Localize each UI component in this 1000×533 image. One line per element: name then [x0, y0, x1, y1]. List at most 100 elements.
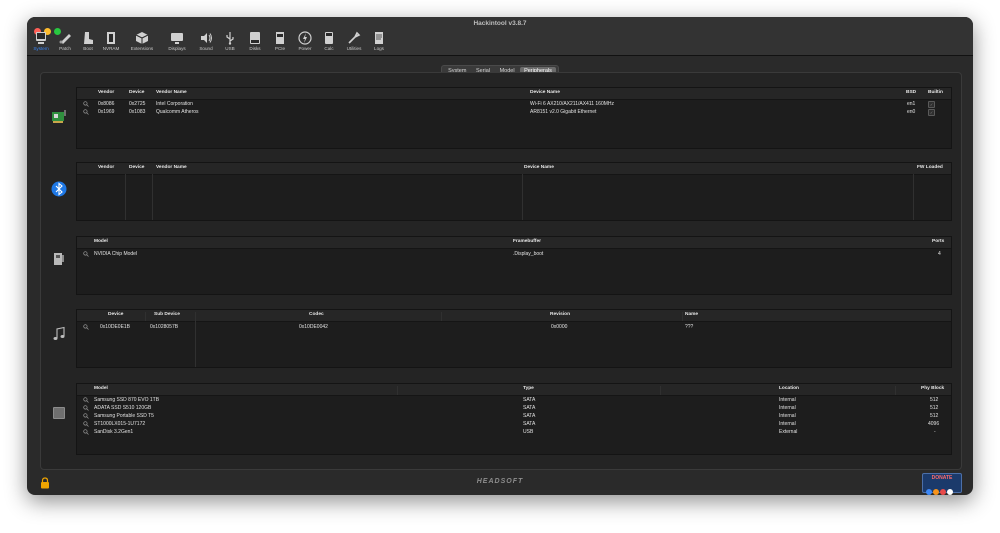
toolbar-power[interactable]: Power [293, 30, 317, 55]
toolbar-sound[interactable]: Sound [194, 30, 218, 55]
nvram-icon [107, 32, 115, 44]
col-revision[interactable]: Revision [550, 312, 570, 317]
table-row[interactable]: Samsung Portable SSD T5 SATA Internal 51… [77, 412, 951, 420]
col-sub-device[interactable]: Sub Device [154, 312, 180, 317]
table-row[interactable]: NVIDIA Chip Model .Display_boot 4 [77, 250, 951, 258]
col-vendor-name[interactable]: Vendor Name [156, 90, 187, 95]
magnifier-icon[interactable] [83, 413, 89, 419]
col-type[interactable]: Type [523, 386, 534, 391]
sound-icon [201, 33, 212, 43]
toolbar-label: Patch [59, 46, 71, 51]
table-row[interactable]: Samsung SSD 870 EVO 1TB SATA Internal 51… [77, 396, 951, 404]
col-fw-loaded[interactable]: FW Loaded [917, 165, 943, 170]
col-model[interactable]: Model [94, 386, 108, 391]
logs-icon [375, 32, 383, 44]
table-header: Vendor Device Vendor Name Device Name FW… [77, 163, 951, 175]
col-model[interactable]: Model [94, 239, 108, 244]
col-ports[interactable]: Ports [932, 239, 944, 244]
toolbar-nvram[interactable]: NVRAM [99, 30, 123, 55]
cell-location: Internal [779, 421, 796, 427]
col-framebuffer[interactable]: Framebuffer [513, 239, 541, 244]
cell-location: Internal [779, 397, 796, 403]
toolbar-label: Boot [83, 46, 93, 51]
magnifier-icon[interactable] [83, 405, 89, 411]
power-icon [298, 31, 312, 45]
col-location[interactable]: Location [779, 386, 799, 391]
toolbar-utilities[interactable]: Utilities [341, 30, 367, 55]
toolbar-patch[interactable]: Patch [54, 30, 76, 55]
toolbar-pcie[interactable]: PCIe [269, 30, 291, 55]
col-vendor-name[interactable]: Vendor Name [156, 165, 187, 170]
toolbar-disks[interactable]: Disks [244, 30, 266, 55]
col-device-name[interactable]: Device Name [524, 165, 554, 170]
bitcoin-icon [933, 489, 939, 495]
bluetooth-icon [51, 181, 67, 197]
table-row[interactable]: ADATA SSD S510 120GB SATA Internal 512 [77, 404, 951, 412]
column-divider [522, 174, 523, 220]
col-device[interactable]: Device [129, 165, 144, 170]
pcie-icon [276, 32, 284, 44]
cell-vendor-name: Qualcomm Atheros [156, 109, 199, 115]
toolbar-system[interactable]: System [30, 30, 52, 55]
table-row[interactable]: SanDisk 3.2Gen1 USB External - [77, 428, 951, 436]
toolbar-label: Sound [199, 46, 213, 51]
toolbar-usb[interactable]: USB [220, 30, 240, 55]
magnifier-icon[interactable] [83, 101, 89, 107]
toolbar-label: Logs [374, 46, 384, 51]
cell-phy-block: 512 [930, 413, 939, 419]
table-row[interactable]: 0x8086 0x2725 Intel Corporation Wi-Fi 6 … [77, 100, 951, 108]
col-name[interactable]: Name [685, 312, 698, 317]
col-device-name[interactable]: Device Name [530, 90, 560, 95]
table-header: Model Framebuffer Ports [77, 237, 951, 249]
column-divider [660, 386, 661, 395]
title-bar: Hackintool v3.8.7 System Patch Boot NVRA… [27, 17, 973, 56]
donate-button[interactable]: DONATE [922, 473, 962, 495]
payment-icons [926, 482, 954, 495]
magnifier-icon[interactable] [83, 429, 89, 435]
magnifier-icon[interactable] [83, 397, 89, 403]
column-divider [397, 386, 398, 395]
graphics-table: Model Framebuffer Ports NVIDIA Chip Mode… [76, 236, 952, 295]
cell-type: SATA [523, 413, 536, 419]
col-bsd[interactable]: BSD [906, 90, 916, 95]
toolbar-boot[interactable]: Boot [79, 30, 97, 55]
col-vendor[interactable]: Vendor [98, 165, 114, 170]
builtin-checkbox[interactable]: ✓ [928, 101, 935, 108]
magnifier-icon[interactable] [83, 251, 89, 257]
toolbar-label: Power [298, 46, 312, 51]
magnifier-icon[interactable] [83, 421, 89, 427]
magnifier-icon[interactable] [83, 109, 89, 115]
builtin-checkbox[interactable]: ✓ [928, 109, 935, 116]
cell-phy-block: - [934, 429, 936, 435]
app-window: Hackintool v3.8.7 System Patch Boot NVRA… [27, 17, 973, 495]
toolbar-calc[interactable]: Calc [319, 30, 339, 55]
cell-vendor-name: Intel Corporation [156, 101, 193, 107]
toolbar-extensions[interactable]: Extensions [125, 30, 159, 55]
cell-sub-device: 0x1028057B [150, 324, 179, 330]
col-phy-block[interactable]: Phy Block [921, 386, 944, 391]
col-builtin[interactable]: Builtin [928, 90, 943, 95]
toolbar-label: Calc [324, 46, 334, 51]
usb-icon [226, 32, 234, 45]
col-vendor[interactable]: Vendor [98, 90, 114, 95]
audio-table: Device Sub Device Codec Revision Name 0x… [76, 309, 952, 368]
table-row[interactable]: 0x1969 0x1083 Qualcomm Atheros AR8151 v2… [77, 108, 951, 116]
table-row[interactable]: 0x10DE0E1B 0x1028057B 0x10DE0042 0x0000 … [77, 323, 951, 331]
utilities-icon [348, 31, 361, 44]
toolbar-logs[interactable]: Logs [369, 30, 389, 55]
cell-device-name: Wi-Fi 6 AX210/AX211/AX411 160MHz [530, 101, 615, 107]
calc-icon [325, 32, 333, 44]
column-divider [682, 312, 683, 321]
cell-name: ??? [685, 324, 694, 330]
magnifier-icon[interactable] [83, 324, 89, 330]
toolbar-displays[interactable]: Displays [162, 30, 192, 55]
column-divider [152, 174, 153, 220]
table-row[interactable]: ST1000LX015-1U7172 SATA Internal 4096 [77, 420, 951, 428]
col-device[interactable]: Device [108, 312, 123, 317]
cell-revision: 0x0000 [551, 324, 568, 330]
music-note-icon [53, 326, 65, 340]
headsoft-logo: HEADSOFT [476, 478, 524, 485]
col-device[interactable]: Device [129, 90, 144, 95]
col-codec[interactable]: Codec [309, 312, 324, 317]
toolbar-label: Extensions [130, 46, 154, 51]
